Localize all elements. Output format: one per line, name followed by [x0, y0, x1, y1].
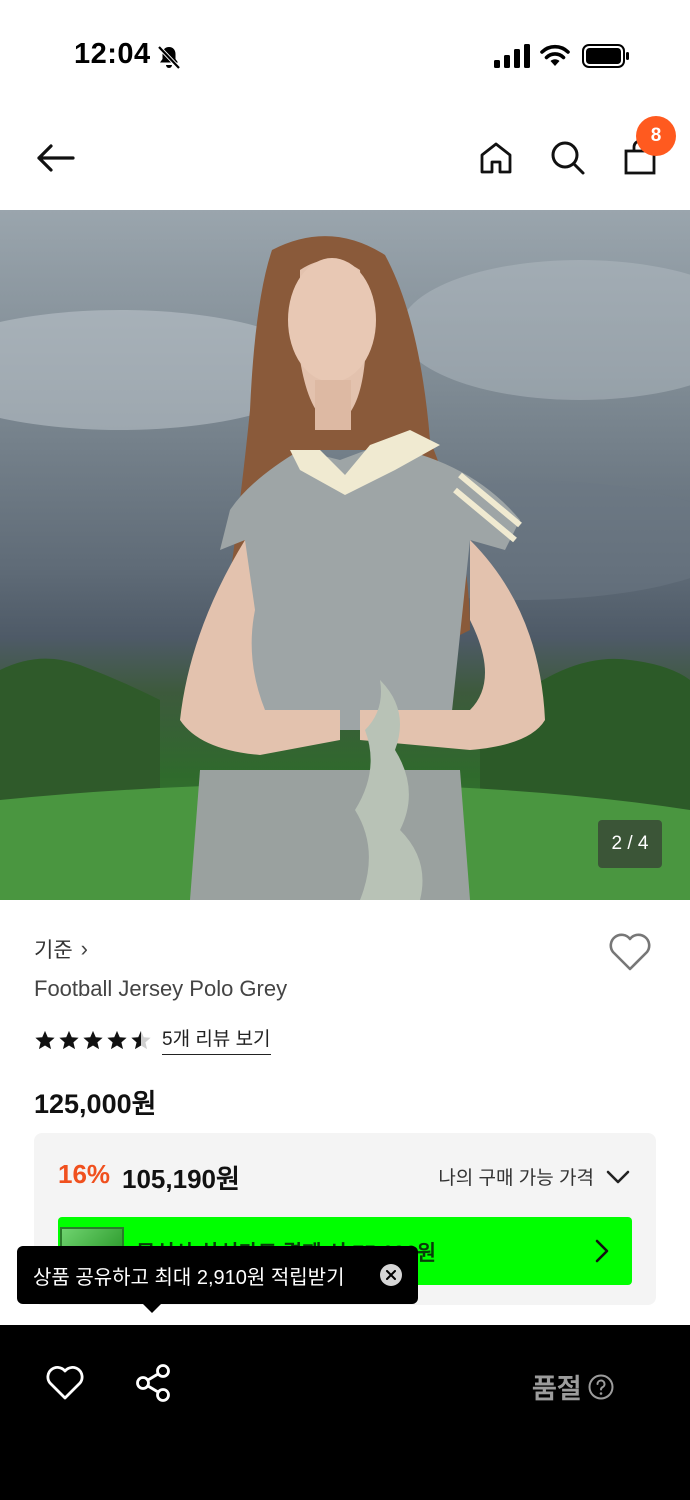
bottom-wishlist-button[interactable]: [46, 1365, 84, 1401]
tooltip-text: 상품 공유하고 최대 2,910원 적립받기: [33, 1266, 345, 1289]
share-button[interactable]: [134, 1363, 172, 1403]
rating-row: 5개 리뷰 보기: [34, 1024, 271, 1055]
star-full-icon: [83, 1030, 103, 1049]
close-icon: [386, 1270, 396, 1280]
home-button[interactable]: [474, 134, 518, 182]
cellular-signal-icon: [494, 44, 530, 68]
star-full-icon: [35, 1030, 55, 1049]
chevron-right-icon: ›: [80, 936, 88, 961]
my-price-label: 나의 구매 가능 가격: [438, 1168, 594, 1189]
status-bar: 12:04: [0, 0, 690, 110]
search-icon: [551, 141, 585, 175]
chevron-down-icon: [606, 1170, 630, 1183]
search-button[interactable]: [546, 134, 590, 182]
top-navigation: [0, 110, 690, 210]
sold-out-label: 품절: [532, 1374, 582, 1404]
share-icon: [136, 1364, 170, 1402]
my-price-dropdown[interactable]: 나의 구매 가능 가격: [438, 1163, 630, 1190]
star-full-icon: [107, 1030, 127, 1049]
discount-price: 105,190원: [122, 1164, 240, 1194]
battery-icon: [582, 44, 629, 68]
home-icon: [480, 142, 512, 174]
share-reward-tooltip: 상품 공유하고 최대 2,910원 적립받기: [17, 1246, 418, 1304]
review-link[interactable]: 5개 리뷰 보기: [162, 1024, 271, 1055]
wishlist-button[interactable]: [608, 932, 656, 976]
arrow-left-icon: [37, 144, 75, 172]
original-price: 125,000원: [34, 1089, 157, 1119]
cart-count-badge: 8: [636, 116, 676, 156]
chevron-right-icon: [595, 1239, 609, 1263]
brand-link[interactable]: 기준 ›: [34, 934, 88, 964]
bell-off-icon: [157, 45, 181, 70]
heart-outline-icon: [46, 1366, 84, 1400]
discount-rate: 16%: [58, 1159, 111, 1189]
tooltip-tail: [142, 1303, 162, 1313]
star-half-icon: [131, 1030, 151, 1049]
status-time: 12:04: [74, 38, 151, 70]
heart-outline-icon: [609, 933, 651, 971]
tooltip-close-button[interactable]: [380, 1264, 402, 1286]
back-button[interactable]: [28, 134, 82, 182]
product-photo: [0, 236, 690, 900]
image-page-indicator: 2 / 4: [598, 820, 662, 868]
help-circle-icon: [588, 1374, 614, 1399]
product-name: Football Jersey Polo Grey: [34, 976, 288, 1001]
star-full-icon: [59, 1030, 79, 1049]
product-image-carousel[interactable]: 2 / 4: [0, 210, 690, 900]
rating-stars: [34, 1029, 152, 1051]
sold-out-status[interactable]: 품절: [532, 1367, 614, 1406]
wifi-icon: [540, 44, 570, 66]
brand-name: 기준: [34, 939, 73, 962]
bottom-action-bar: 품절: [0, 1325, 690, 1500]
